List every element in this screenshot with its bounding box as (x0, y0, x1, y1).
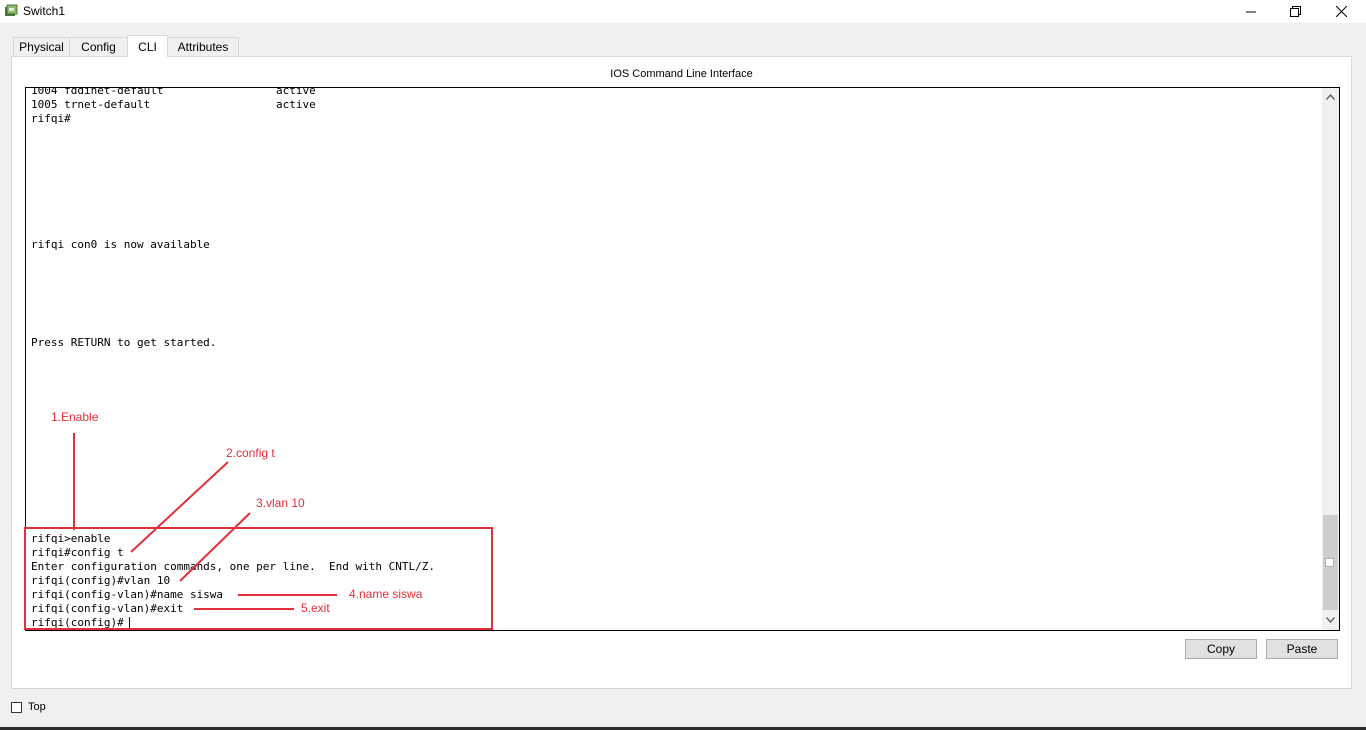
annotation-step-2: 2.config t (226, 446, 275, 460)
tab-cli[interactable]: CLI (127, 35, 168, 57)
annotation-step-4: 4.name siswa (349, 587, 423, 601)
top-checkbox[interactable] (11, 701, 22, 713)
annotation-step-3: 3.vlan 10 (256, 496, 305, 510)
top-checkbox-label: Top (28, 701, 46, 713)
annotation-highlight-box (24, 527, 493, 630)
annotation-overlay (24, 433, 493, 630)
annotation-step-1: 1.Enable (51, 410, 99, 424)
annotation-arrow-2 (130, 461, 229, 553)
annotation-arrow-3 (179, 512, 251, 582)
top-option[interactable]: Top (11, 699, 46, 715)
annotation-step-5: 5.exit (301, 601, 330, 615)
